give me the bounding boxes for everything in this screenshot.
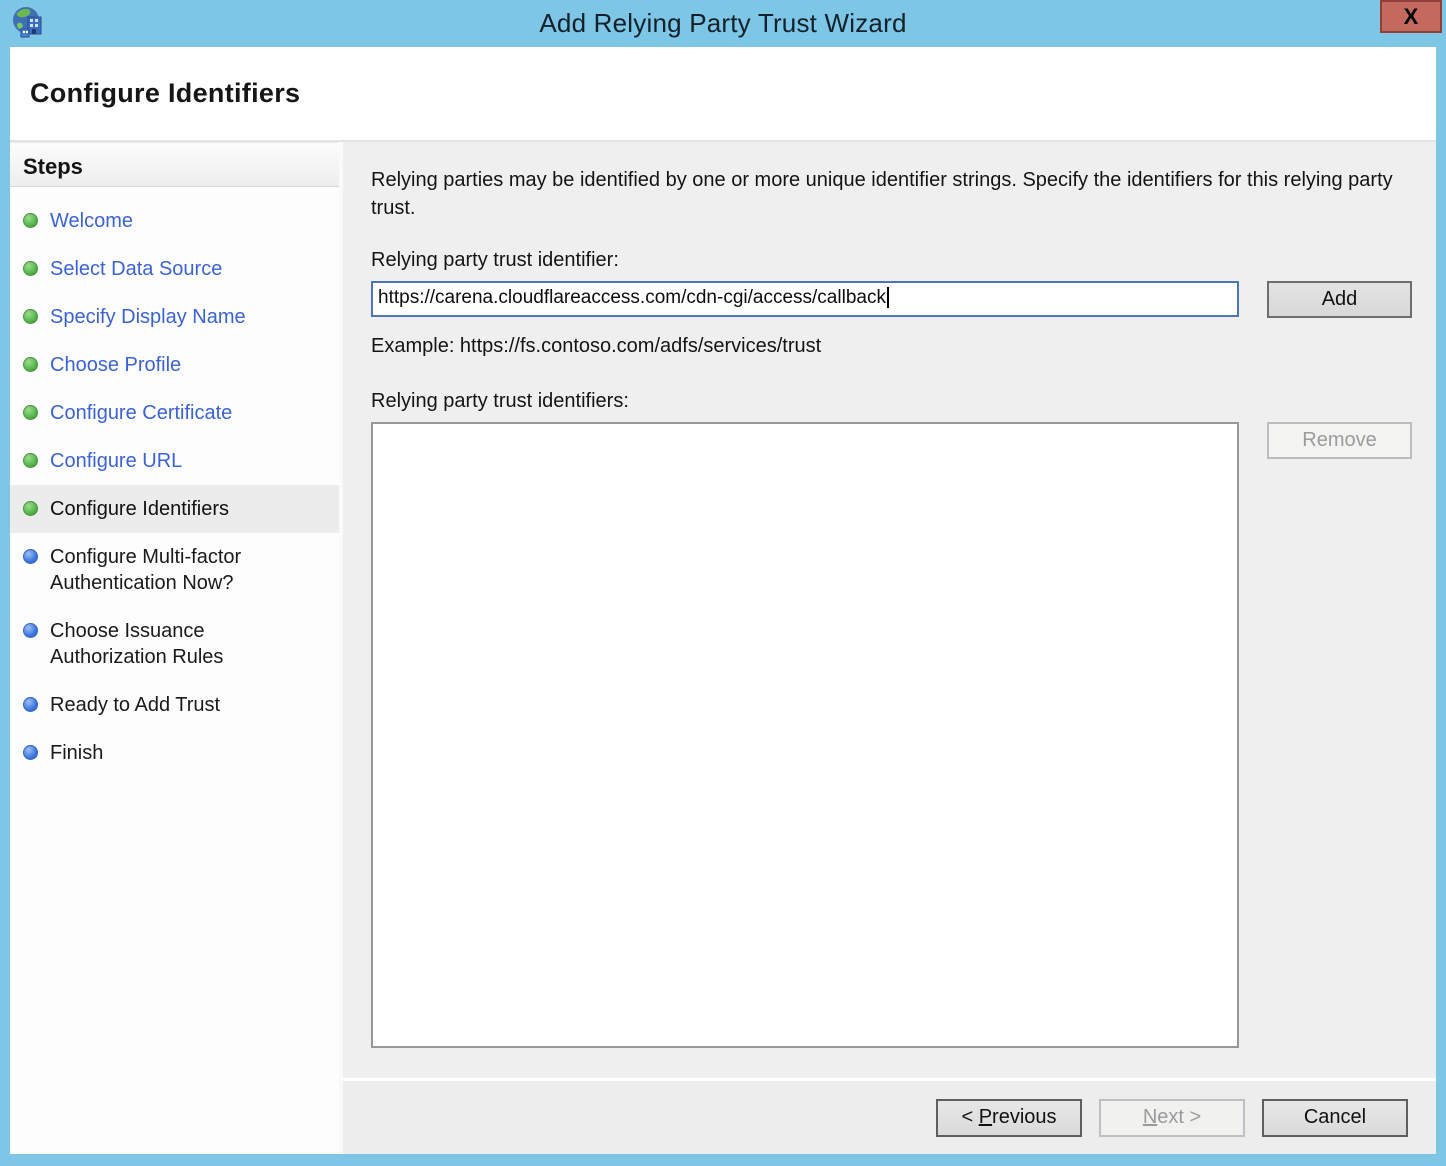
- step-done-bullet-icon: [23, 213, 38, 228]
- step-select-data-source[interactable]: Select Data Source: [10, 245, 339, 293]
- wizard-frame: Configure Identifiers Steps Welcome Sele…: [10, 47, 1436, 1154]
- page-header: Configure Identifiers: [10, 47, 1436, 142]
- step-pending-bullet-icon: [23, 697, 38, 712]
- step-configure-url[interactable]: Configure URL: [10, 437, 339, 485]
- cancel-button[interactable]: Cancel: [1262, 1099, 1408, 1137]
- step-done-bullet-icon: [23, 453, 38, 468]
- steps-list: Welcome Select Data Source Specify Displ…: [10, 187, 339, 777]
- wizard-button-bar: < Previous Next > Cancel: [343, 1078, 1436, 1154]
- steps-heading: Steps: [10, 142, 339, 187]
- step-done-bullet-icon: [23, 309, 38, 324]
- title-bar: Add Relying Party Trust Wizard X: [0, 0, 1446, 47]
- step-welcome[interactable]: Welcome: [10, 197, 339, 245]
- step-configure-certificate[interactable]: Configure Certificate: [10, 389, 339, 437]
- identifiers-list-label: Relying party trust identifiers:: [371, 390, 1414, 413]
- add-button[interactable]: Add: [1267, 281, 1412, 318]
- window-title: Add Relying Party Trust Wizard: [539, 8, 906, 39]
- close-button[interactable]: X: [1380, 0, 1442, 33]
- text-caret: [887, 287, 889, 308]
- identifier-input[interactable]: https://carena.cloudflareaccess.com/cdn-…: [371, 281, 1239, 317]
- step-specify-display-name[interactable]: Specify Display Name: [10, 293, 339, 341]
- step-done-bullet-icon: [23, 261, 38, 276]
- previous-button[interactable]: < Previous: [936, 1099, 1082, 1137]
- step-finish: Finish: [10, 729, 339, 777]
- identifiers-listbox[interactable]: [371, 422, 1239, 1048]
- adfs-globe-icon: [10, 5, 48, 41]
- step-pending-bullet-icon: [23, 745, 38, 760]
- step-pending-bullet-icon: [23, 549, 38, 564]
- remove-button[interactable]: Remove: [1267, 422, 1412, 459]
- content-area: Relying parties may be identified by one…: [343, 142, 1436, 1078]
- wizard-window: Add Relying Party Trust Wizard X Configu…: [0, 0, 1446, 1166]
- next-button[interactable]: Next >: [1099, 1099, 1245, 1137]
- step-current-bullet-icon: [23, 501, 38, 516]
- example-text: Example: https://fs.contoso.com/adfs/ser…: [371, 335, 1414, 358]
- step-done-bullet-icon: [23, 357, 38, 372]
- step-choose-issuance-rules: Choose Issuance Authorization Rules: [10, 607, 339, 681]
- step-configure-identifiers[interactable]: Configure Identifiers: [10, 485, 339, 533]
- identifier-field-label: Relying party trust identifier:: [371, 249, 1414, 272]
- intro-text: Relying parties may be identified by one…: [371, 166, 1411, 222]
- step-choose-profile[interactable]: Choose Profile: [10, 341, 339, 389]
- steps-sidebar: Steps Welcome Select Data Source Specify…: [10, 142, 343, 1154]
- page-title: Configure Identifiers: [30, 78, 300, 109]
- step-pending-bullet-icon: [23, 623, 38, 638]
- step-ready-to-add-trust: Ready to Add Trust: [10, 681, 339, 729]
- identifier-input-value: https://carena.cloudflareaccess.com/cdn-…: [378, 287, 886, 308]
- step-configure-mfa: Configure Multi-factor Authentication No…: [10, 533, 339, 607]
- step-done-bullet-icon: [23, 405, 38, 420]
- main-pane: Relying parties may be identified by one…: [343, 142, 1436, 1154]
